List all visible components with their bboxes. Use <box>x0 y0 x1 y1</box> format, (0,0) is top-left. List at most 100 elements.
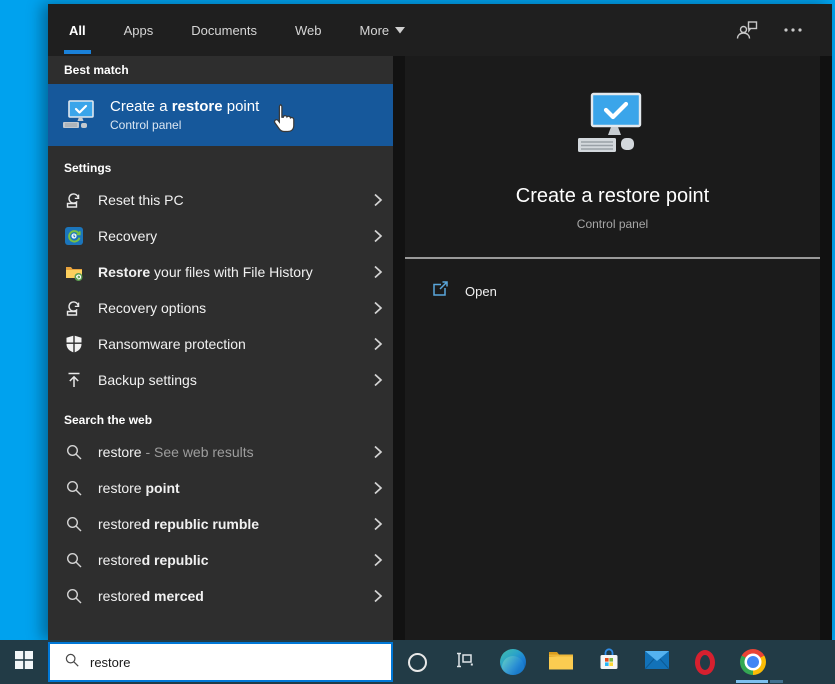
result-backup-settings[interactable]: Backup settings <box>48 362 393 398</box>
cortana-button[interactable] <box>393 640 441 684</box>
result-label: Ransomware protection <box>98 336 246 352</box>
chevron-right-icon <box>363 192 393 208</box>
taskbar-icons <box>393 640 783 684</box>
settings-section-header: Settings <box>48 154 393 182</box>
search-icon <box>64 478 84 498</box>
file-explorer-icon <box>548 649 574 676</box>
result-label: Recovery options <box>98 300 207 316</box>
edge-button[interactable] <box>489 640 537 684</box>
result-recovery[interactable]: Recovery <box>48 218 393 254</box>
search-icon <box>64 586 84 606</box>
task-view-icon <box>455 650 475 675</box>
web-section-header: Search the web <box>48 406 393 434</box>
chevron-right-icon <box>363 480 393 496</box>
best-match-result[interactable]: Create a restore point Control panel <box>48 84 393 146</box>
tab-more[interactable]: More <box>355 4 411 56</box>
result-label: restore point <box>98 480 180 496</box>
tab-web-label: Web <box>295 22 322 38</box>
result-recovery-options[interactable]: Recovery options <box>48 290 393 326</box>
best-match-subtitle: Control panel <box>110 118 182 132</box>
chrome-button[interactable] <box>729 640 783 684</box>
reset-pc-icon <box>64 190 84 210</box>
result-reset-this-pc[interactable]: Reset this PC <box>48 182 393 218</box>
chevron-right-icon <box>363 264 393 280</box>
mail-icon <box>644 650 670 675</box>
results-list: Best match Create a restore point Contro… <box>48 56 393 640</box>
search-icon <box>64 550 84 570</box>
chevron-down-icon <box>395 26 406 34</box>
scrollbar-track[interactable] <box>820 56 832 640</box>
web-result-restored-republic[interactable]: restored republic <box>48 542 393 578</box>
search-filter-tabs: All Apps Documents Web More <box>48 4 832 56</box>
tab-apps[interactable]: Apps <box>119 4 159 56</box>
edge-icon <box>500 649 526 675</box>
open-action[interactable]: Open <box>405 271 820 311</box>
cortana-icon <box>407 652 427 672</box>
open-action-label: Open <box>465 283 497 299</box>
active-app-indicator-secondary <box>770 680 783 683</box>
chevron-right-icon <box>363 372 393 388</box>
tab-all[interactable]: All <box>64 4 91 56</box>
backup-upload-icon <box>64 370 84 390</box>
search-input-value: restore <box>90 654 131 670</box>
tab-more-label: More <box>359 22 390 38</box>
search-icon <box>64 442 84 462</box>
tab-web[interactable]: Web <box>290 4 327 56</box>
preview-title: Create a restore point <box>515 185 710 207</box>
pane-divider <box>393 56 405 640</box>
mail-button[interactable] <box>633 640 681 684</box>
result-label: Backup settings <box>98 372 197 388</box>
account-feedback-icon[interactable] <box>736 20 758 40</box>
taskbar-search-input[interactable]: restore <box>48 642 393 682</box>
result-label: Recovery <box>98 228 158 244</box>
file-explorer-button[interactable] <box>537 640 585 684</box>
preview-separator <box>405 257 820 259</box>
microsoft-store-button[interactable] <box>585 640 633 684</box>
ellipsis-menu-icon[interactable] <box>784 28 802 32</box>
result-ransomware-protection[interactable]: Ransomware protection <box>48 326 393 362</box>
best-match-section-label: Best match <box>64 63 129 77</box>
result-label: Reset this PC <box>98 192 184 208</box>
best-match-section-header: Best match <box>48 56 393 84</box>
opera-icon <box>695 649 715 675</box>
chrome-icon <box>740 649 766 675</box>
result-restore-files-file-history[interactable]: Restore your files with File History <box>48 254 393 290</box>
system-restore-monitor-icon <box>570 92 656 163</box>
tab-apps-label: Apps <box>123 22 154 38</box>
result-label: restore - See web results <box>98 444 254 460</box>
search-icon <box>64 514 84 534</box>
result-label: restored republic rumble <box>98 516 260 532</box>
web-result-restore-point[interactable]: restore point <box>48 470 393 506</box>
settings-section-label: Settings <box>64 161 112 175</box>
chevron-right-icon <box>363 552 393 568</box>
result-label: restored republic <box>98 552 209 568</box>
chevron-right-icon <box>363 228 393 244</box>
chevron-right-icon <box>363 300 393 316</box>
defender-shield-icon <box>64 334 84 354</box>
recovery-control-panel-icon <box>64 226 84 246</box>
tab-documents[interactable]: Documents <box>186 4 262 56</box>
web-section-label: Search the web <box>64 413 153 427</box>
chevron-right-icon <box>363 588 393 604</box>
start-search-flyout: All Apps Documents Web More Best match C… <box>48 4 832 640</box>
result-label: restored merced <box>98 588 204 604</box>
start-button[interactable] <box>0 640 48 684</box>
file-history-folder-icon <box>64 262 84 282</box>
chevron-right-icon <box>363 336 393 352</box>
web-result-restored-republic-rumble[interactable]: restored republic rumble <box>48 506 393 542</box>
result-label: Restore your files with File History <box>98 264 313 280</box>
web-result-restored-merced[interactable]: restored merced <box>48 578 393 614</box>
desktop: All Apps Documents Web More Best match C… <box>0 0 835 684</box>
system-restore-monitor-icon <box>60 99 100 131</box>
web-result-restore[interactable]: restore - See web results <box>48 434 393 470</box>
best-match-title: Create a restore point <box>110 98 260 115</box>
tab-documents-label: Documents <box>191 22 258 38</box>
reset-pc-icon <box>64 298 84 318</box>
preview-subtitle: Control panel <box>576 217 649 231</box>
opera-button[interactable] <box>681 640 729 684</box>
microsoft-store-icon <box>597 647 621 677</box>
tab-all-label: All <box>69 22 86 38</box>
active-app-indicator <box>736 680 768 683</box>
task-view-button[interactable] <box>441 640 489 684</box>
chevron-right-icon <box>363 516 393 532</box>
